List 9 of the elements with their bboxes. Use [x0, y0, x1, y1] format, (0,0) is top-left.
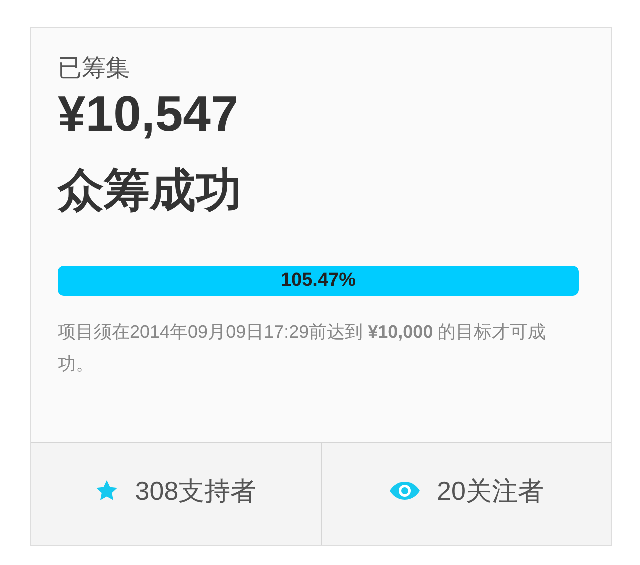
raised-label: 已筹集 — [58, 54, 131, 84]
follower-count: 20关注者 — [437, 474, 544, 508]
raised-amount: ¥10,547 — [58, 86, 240, 142]
eye-icon — [389, 481, 422, 501]
goal-note: 项目须在2014年09月09日17:29前达到 ¥10,000 的目标才可成功。 — [58, 321, 548, 376]
campaign-status: 众筹成功 — [58, 163, 243, 218]
progress-percent: 105.47% — [280, 268, 357, 293]
backer-count: 308支持者 — [135, 474, 257, 508]
star-icon — [95, 479, 120, 503]
